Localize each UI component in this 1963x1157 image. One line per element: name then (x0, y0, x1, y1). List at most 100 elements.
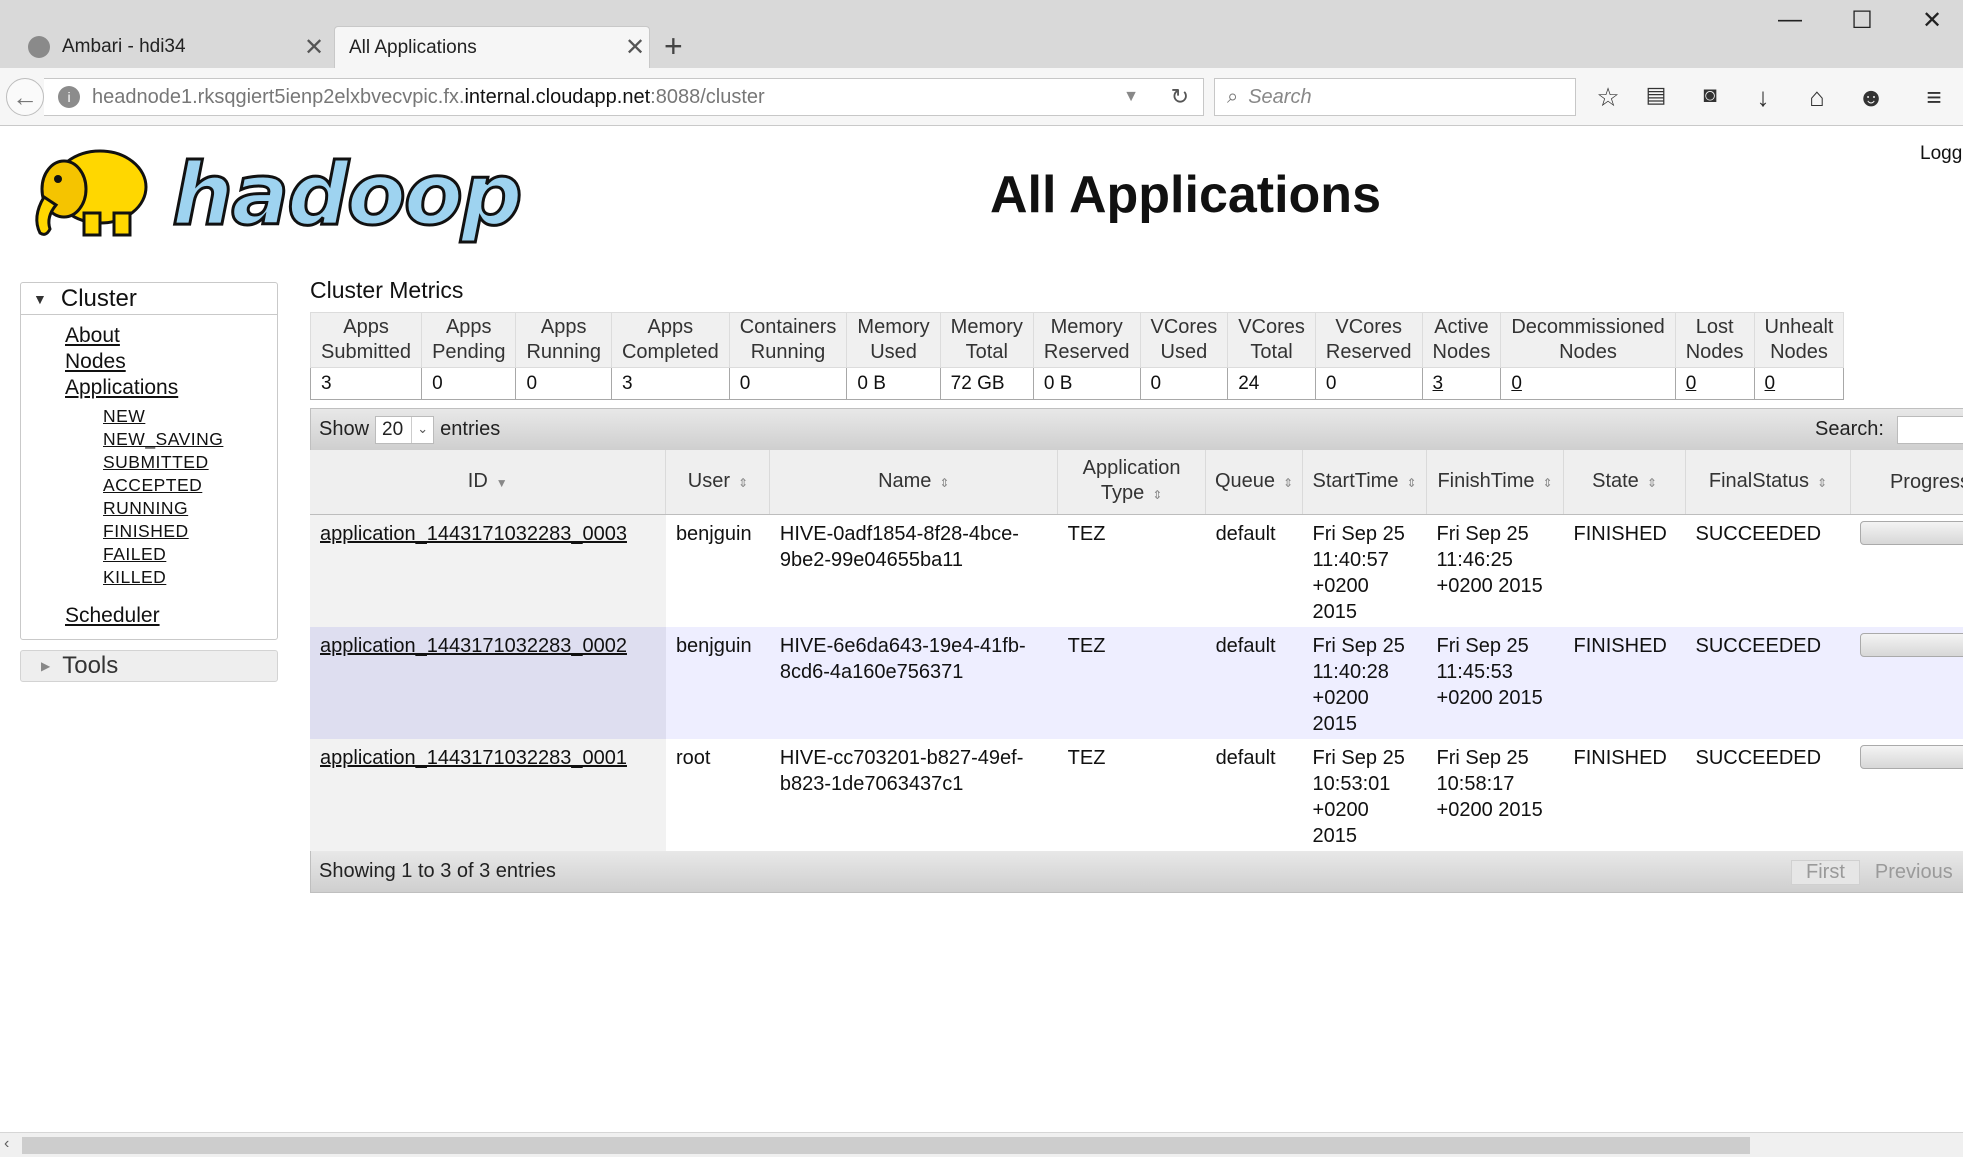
column-header[interactable]: State ⇕ (1563, 450, 1686, 515)
cell-finish: Fri Sep 25 11:46:25 +0200 2015 (1426, 514, 1564, 627)
column-header[interactable]: Progress (1850, 450, 1963, 515)
column-header[interactable]: FinishTime ⇕ (1426, 450, 1565, 515)
pocket-icon[interactable]: ◙ (1690, 82, 1730, 108)
tools-label: Tools (62, 652, 119, 679)
metrics-value-link[interactable]: 0 (1686, 373, 1697, 394)
minimize-button[interactable]: — (1770, 6, 1810, 34)
metrics-header-row: Apps Submitted Apps Pending Apps Running Apps C… (309, 312, 1845, 368)
column-header-label: Name (878, 469, 932, 492)
close-icon[interactable]: ✕ (300, 33, 328, 62)
url-dropdown-icon[interactable]: ▼ (1123, 88, 1139, 106)
column-header[interactable]: Queue ⇕ (1205, 450, 1304, 515)
cluster-header[interactable]: ▼ Cluster (21, 283, 277, 315)
pager-first-button[interactable]: First (1791, 859, 1860, 885)
tab-ambari[interactable]: Ambari - hdi34 ✕ (28, 26, 328, 68)
sort-icon: ⇕ (1283, 475, 1294, 490)
metrics-header-text: Unhealt (1764, 316, 1834, 338)
metrics-header-text: Total (965, 341, 1008, 363)
cell-text: Fri Sep 25 10:53:01 +0200 2015 (1312, 747, 1405, 847)
sidebar-state-finished[interactable]: FINISHED (103, 520, 277, 543)
metrics-value-cell: 0 (1500, 367, 1676, 400)
column-header-label: ID (467, 469, 488, 492)
table-search-input[interactable] (1897, 416, 1963, 444)
progress-bar (1860, 745, 1963, 769)
tools-header[interactable]: ▶ Tools (20, 650, 278, 682)
metrics-value: 24 (1238, 372, 1260, 394)
browser-search-input[interactable]: ⌕ Search (1214, 78, 1576, 116)
metrics-header-cell: Active Nodes (1421, 312, 1502, 368)
page-title: All Applications (990, 166, 1381, 224)
application-id-link[interactable]: application_1443171032283_0002 (320, 635, 627, 657)
metrics-header-text: Memory (857, 316, 930, 338)
download-icon[interactable]: ↓ (1743, 82, 1783, 113)
emoji-icon[interactable]: ☻ (1851, 82, 1891, 113)
metrics-value-link[interactable]: 3 (1433, 373, 1444, 394)
sidebar-state-new-saving[interactable]: NEW_SAVING (103, 428, 277, 451)
sidebar-state-submitted[interactable]: SUBMITTED (103, 451, 277, 474)
hadoop-logo[interactable]: hadoop (22, 137, 524, 247)
close-icon[interactable]: ✕ (621, 33, 649, 62)
cell-text: HIVE-6e6da643-19e4-41fb-8cd6-4a160e75637… (779, 635, 1026, 683)
column-header[interactable]: FinalStatus ⇕ (1685, 450, 1851, 515)
metrics-header-cell: Apps Submitted (309, 312, 423, 368)
sidebar-link-applications[interactable]: Applications (65, 375, 277, 401)
sidebar-state-new[interactable]: NEW (103, 405, 277, 428)
application-id-link[interactable]: application_1443171032283_0001 (320, 747, 627, 769)
scroll-left-icon[interactable]: ‹ (4, 1135, 9, 1153)
sort-icon: ⇕ (738, 475, 749, 490)
metrics-value-link[interactable]: 0 (1765, 373, 1776, 394)
cell-state: FINISHED (1563, 739, 1686, 851)
maximize-button[interactable]: ☐ (1842, 6, 1882, 35)
tab-all-applications[interactable]: All Applications ✕ (334, 26, 650, 68)
cluster-label: Cluster (60, 284, 137, 312)
home-icon[interactable]: ⌂ (1797, 82, 1837, 113)
metrics-value-link[interactable]: 0 (1511, 373, 1522, 394)
metrics-value-cell: 0 (515, 367, 612, 400)
metrics-header-text: Reserved (1043, 341, 1130, 363)
column-header-label: Type (1100, 482, 1145, 504)
column-header[interactable]: User ⇕ (665, 450, 771, 515)
sidebar-link-about[interactable]: About (65, 323, 277, 349)
browser-tab-bar: Ambari - hdi34 ✕ All Applications ✕ + — … (0, 0, 1963, 68)
metrics-value: 0 (739, 372, 751, 394)
url-bar[interactable]: i headnode1.rksqgiert5ienp2elxbvecvpic.f… (44, 78, 1204, 116)
metrics-value: 0 (432, 372, 443, 394)
close-window-button[interactable]: ✕ (1912, 6, 1952, 35)
back-button[interactable]: ← (6, 78, 44, 116)
application-id-link[interactable]: application_1443171032283_0003 (320, 523, 627, 545)
sidebar-state-accepted[interactable]: ACCEPTED (103, 474, 277, 497)
cell-text: default (1215, 523, 1276, 545)
metrics-header-text: VCores (1150, 316, 1218, 338)
table-row: application_1443171032283_0003 benjguin HI… (310, 514, 1963, 627)
cell-text: SUCCEEDED (1695, 635, 1822, 657)
cell-text: Fri Sep 25 11:46:25 +0200 2015 (1436, 523, 1543, 597)
column-header[interactable]: ID ▼ (310, 450, 667, 515)
metrics-value: 0 (1325, 372, 1337, 394)
reader-icon[interactable]: ▤ (1636, 82, 1676, 108)
metrics-value: 0 (1150, 372, 1162, 394)
star-icon[interactable]: ☆ (1588, 82, 1628, 113)
pager-previous-button[interactable]: Previous (1860, 860, 1963, 885)
cluster-panel: ▼ Cluster About Nodes Applications NEW N… (20, 282, 278, 640)
column-header[interactable]: Application Type ⇕ (1057, 450, 1207, 515)
sidebar-state-killed[interactable]: KILLED (103, 566, 277, 589)
scrollbar-thumb[interactable] (22, 1137, 1750, 1154)
reload-icon[interactable]: ↻ (1171, 84, 1189, 110)
horizontal-scrollbar[interactable]: ‹ (0, 1132, 1963, 1157)
info-icon[interactable]: i (58, 86, 80, 108)
new-tab-button[interactable]: + (664, 28, 683, 64)
sidebar-link-scheduler[interactable]: Scheduler (65, 603, 277, 629)
sidebar-link-nodes[interactable]: Nodes (65, 349, 277, 375)
progress-bar (1860, 633, 1963, 657)
metrics-header-text: Memory (1050, 316, 1123, 338)
column-header[interactable]: StartTime ⇕ (1302, 450, 1428, 515)
cell-id: application_1443171032283_0001 (310, 739, 666, 851)
tab-label: All Applications (349, 36, 477, 58)
metrics-value-cell: 72 GB (939, 367, 1034, 400)
page-size-select[interactable]: 20 ⌄ (375, 415, 435, 444)
sidebar-state-running[interactable]: RUNNING (103, 497, 277, 520)
menu-icon[interactable]: ≡ (1914, 82, 1954, 113)
sidebar-state-failed[interactable]: FAILED (103, 543, 277, 566)
column-header[interactable]: Name ⇕ (769, 450, 1059, 515)
logo-text: hadoop (171, 144, 525, 247)
